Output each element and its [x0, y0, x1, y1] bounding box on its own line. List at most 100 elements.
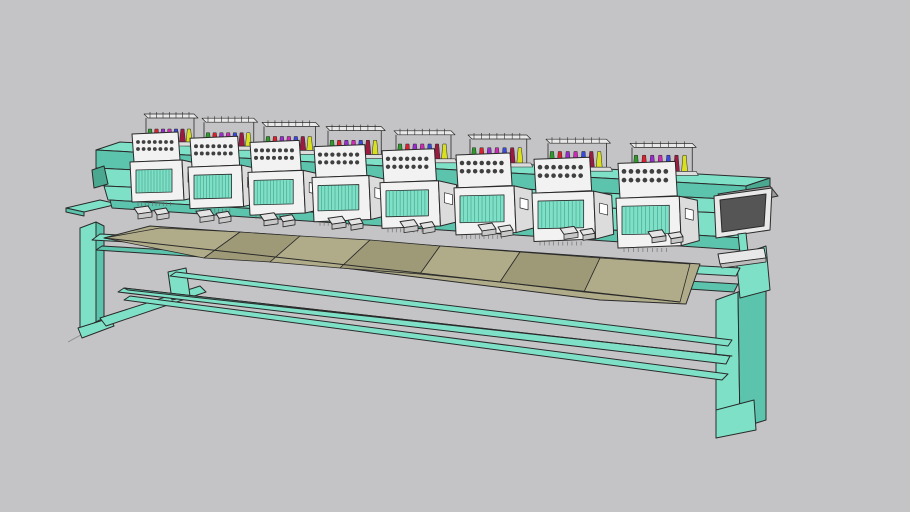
- panel-button: [486, 160, 491, 166]
- panel-button: [656, 169, 662, 174]
- panel-button: [649, 169, 655, 174]
- panel-button: [392, 156, 397, 161]
- panel-button: [578, 164, 583, 170]
- panel-button: [336, 152, 341, 157]
- panel-button: [289, 155, 294, 160]
- panel-button: [551, 173, 556, 178]
- panel-button: [578, 173, 583, 178]
- panel-button: [355, 152, 360, 157]
- head-control-panel: [189, 135, 241, 168]
- panel-button: [459, 160, 465, 166]
- panel-button: [217, 151, 222, 156]
- panel-button: [398, 156, 403, 161]
- panel-button: [199, 144, 204, 149]
- panel-button: [223, 151, 227, 156]
- thread-cone: [299, 136, 307, 151]
- head-control-panel: [533, 156, 593, 194]
- panel-button: [385, 156, 391, 161]
- head-side-window: [599, 202, 609, 216]
- panel-button: [621, 177, 627, 183]
- panel-button: [289, 148, 294, 153]
- thread-cone: [681, 154, 688, 172]
- panel-button: [472, 160, 478, 166]
- panel-button: [336, 160, 341, 165]
- panel-button: [205, 151, 210, 156]
- panel-button: [317, 152, 323, 157]
- panel-button: [558, 173, 563, 178]
- embroidery-head: [247, 120, 324, 228]
- head-control-panel: [617, 160, 678, 199]
- panel-button: [398, 164, 403, 169]
- thread-rack-bar: [143, 113, 199, 119]
- thread-cone: [238, 132, 245, 147]
- thread-rack-bar: [201, 117, 259, 123]
- panel-button: [141, 147, 146, 151]
- panel-button: [571, 164, 577, 170]
- panel-button: [642, 177, 648, 183]
- panel-button: [499, 160, 504, 166]
- panel-button: [558, 164, 563, 170]
- head-control-panel: [249, 139, 302, 173]
- panel-button: [649, 177, 655, 183]
- panel-button: [164, 140, 168, 144]
- panel-button: [217, 144, 222, 149]
- panel-button: [283, 155, 288, 160]
- panel-button: [228, 144, 233, 149]
- panel-button: [486, 168, 491, 174]
- panel-button: [424, 164, 429, 169]
- thread-cone: [179, 128, 186, 143]
- panel-button: [194, 144, 198, 149]
- panel-button: [271, 148, 277, 153]
- panel-button: [194, 151, 198, 156]
- panel-button: [324, 152, 329, 157]
- thread-rack-bar: [545, 138, 611, 144]
- panel-button: [642, 169, 648, 174]
- panel-button: [199, 151, 204, 156]
- panel-button: [211, 144, 216, 149]
- thread-cone: [595, 151, 603, 168]
- panel-button: [499, 168, 504, 174]
- panel-button: [348, 160, 354, 165]
- panel-button: [205, 144, 210, 149]
- panel-button: [459, 168, 465, 174]
- panel-button: [228, 151, 233, 156]
- panel-button: [635, 169, 641, 174]
- panel-button: [141, 140, 146, 144]
- thread-cone: [371, 139, 379, 155]
- panel-button: [663, 177, 669, 183]
- panel-button: [342, 152, 347, 157]
- panel-button: [621, 169, 627, 174]
- 3d-model-viewport[interactable]: [0, 0, 910, 512]
- panel-button: [324, 160, 329, 165]
- thread-rack-bar: [261, 122, 320, 127]
- panel-button: [564, 173, 570, 178]
- panel-button: [424, 156, 429, 161]
- panel-button: [152, 147, 157, 151]
- panel-button: [628, 169, 634, 174]
- head-side-window: [444, 192, 453, 206]
- thread-rack-bar: [393, 130, 456, 136]
- head-control-panel: [131, 131, 181, 163]
- thread-cone: [516, 147, 524, 164]
- panel-button: [544, 164, 550, 170]
- panel-button: [492, 168, 498, 174]
- panel-button: [564, 164, 570, 170]
- panel-button: [259, 155, 265, 160]
- panel-button: [271, 155, 277, 160]
- head-side-window: [684, 207, 694, 221]
- panel-button: [265, 148, 271, 153]
- embroidery-head: [311, 124, 390, 231]
- panel-button: [283, 148, 288, 153]
- panel-button: [136, 140, 140, 144]
- panel-button: [628, 177, 634, 183]
- panel-button: [544, 173, 550, 178]
- embroidery-machine-model: [65, 112, 779, 439]
- panel-button: [277, 148, 283, 153]
- head-control-panel: [455, 152, 513, 189]
- panel-button: [158, 140, 163, 144]
- panel-button: [571, 173, 577, 178]
- panel-button: [411, 164, 416, 169]
- thread-rack-bar: [467, 134, 532, 140]
- panel-button: [330, 152, 335, 157]
- panel-button: [385, 164, 391, 169]
